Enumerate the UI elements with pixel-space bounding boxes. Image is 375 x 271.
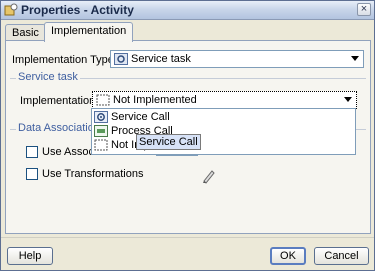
chevron-down-icon <box>351 56 359 61</box>
option-not-implemented[interactable]: Not Implemented <box>94 138 352 152</box>
close-icon: × <box>360 3 368 15</box>
gear-icon <box>94 111 108 123</box>
ok-button[interactable]: OK <box>270 247 306 265</box>
properties-dialog: Properties - Activity × Basic Implementa… <box>0 0 375 271</box>
option-service-call[interactable]: Service Call <box>94 110 352 124</box>
service-task-group-title: Service task <box>16 71 80 83</box>
implementation-type-label: Implementation Type: <box>12 54 117 66</box>
use-associations-checkbox[interactable] <box>26 146 38 158</box>
dashed-box-icon <box>94 139 108 151</box>
properties-icon <box>4 3 18 16</box>
dashed-box-icon <box>96 94 110 106</box>
implementation-value: Not Implemented <box>113 94 197 106</box>
use-transformations-label: Use Transformations <box>42 168 144 180</box>
service-task-gear-icon <box>114 53 128 65</box>
tab-basic[interactable]: Basic <box>5 24 46 41</box>
tooltip: Service Call <box>136 134 201 150</box>
footer-divider <box>1 237 374 238</box>
dialog-title: Properties - Activity <box>21 3 134 17</box>
option-process-call[interactable]: Process Call <box>94 124 352 138</box>
implementation-select[interactable]: Not Implemented <box>92 91 357 109</box>
process-call-icon <box>94 125 108 137</box>
help-button[interactable]: Help <box>7 247 53 265</box>
implementation-label: Implementation: <box>20 95 99 107</box>
title-bar[interactable]: Properties - Activity × <box>1 1 374 20</box>
implementation-dropdown-list: Service Call Process Call Not Implemente… <box>91 108 356 155</box>
implementation-type-select[interactable]: Service task <box>110 50 364 68</box>
pencil-icon[interactable] <box>201 168 217 184</box>
cancel-button[interactable]: Cancel <box>314 247 369 265</box>
close-button[interactable]: × <box>357 3 371 16</box>
use-transformations-checkbox[interactable] <box>26 168 38 180</box>
tab-implementation[interactable]: Implementation <box>44 22 134 42</box>
chevron-down-icon <box>344 97 352 102</box>
option-label: Service Call <box>111 111 170 123</box>
implementation-type-value: Service task <box>131 53 191 65</box>
